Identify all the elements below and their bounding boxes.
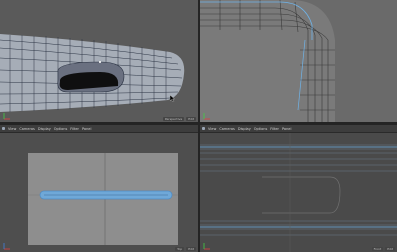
panel-icon [2,127,5,130]
menu-panel[interactable]: Panel [82,127,91,131]
axis-gizmo-icon [3,243,10,250]
axis-gizmo-icon [203,243,210,250]
menu-view[interactable]: View [208,127,216,131]
menu-cameras[interactable]: Cameras [19,127,35,131]
menu-filter[interactable]: Filter [70,127,79,131]
cursor-arrow-icon [170,95,175,102]
menu-view[interactable]: View [8,127,16,131]
camera-label: Top [175,247,185,251]
viewport-perspective[interactable]: Perspective Edit [0,0,198,122]
edit-label: Edit [186,247,196,251]
viewport-top[interactable]: View Cameras Display Options Filter Pane… [0,125,198,252]
panel-icon [202,127,205,130]
edit-label: Edit [385,247,395,251]
axis-gizmo-icon [203,113,210,120]
viewport-footer: Front Edit [371,246,397,252]
viewport-divider-horizontal[interactable] [0,122,397,125]
camera-label: Front [371,247,384,251]
menu-options[interactable]: Options [254,127,268,131]
camera-label: Perspective [162,117,185,121]
viewport-menu: View Cameras Display Options Filter Pane… [0,125,198,133]
viewport-top-right[interactable] [200,0,397,122]
axis-gizmo-icon [3,113,10,120]
menu-display[interactable]: Display [238,127,251,131]
viewport-footer: Top Edit [175,246,198,252]
menu-cameras[interactable]: Cameras [219,127,235,131]
menu-display[interactable]: Display [38,127,51,131]
menu-panel[interactable]: Panel [282,127,291,131]
front-view-render [200,125,397,252]
menu-options[interactable]: Options [54,127,68,131]
menu-filter[interactable]: Filter [270,127,279,131]
viewport-menu: View Cameras Display Options Filter Pane… [200,125,397,133]
top-right-mesh-render [200,0,397,122]
top-view-render [0,125,198,252]
viewport-divider-vertical[interactable] [198,0,200,252]
viewport-front[interactable]: View Cameras Display Options Filter Pane… [200,125,397,252]
edit-label: Edit [186,117,196,121]
perspective-mesh-render [0,0,198,122]
